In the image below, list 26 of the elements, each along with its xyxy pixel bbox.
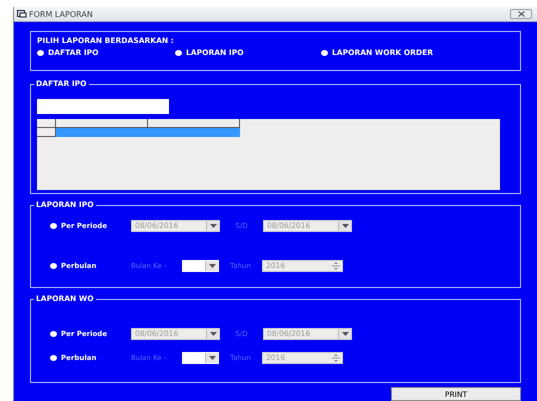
window-title: FORM LAPORAN [29, 10, 94, 18]
radio-button[interactable] [50, 262, 57, 268]
row-header [37, 119, 56, 128]
dropdown-arrow-icon [208, 356, 216, 360]
window-icon [17, 10, 27, 18]
radio-button[interactable] [50, 330, 57, 336]
close-button[interactable] [510, 9, 532, 19]
dropdown-arrow-icon [342, 332, 348, 336]
dropdown-arrow-icon [342, 224, 348, 228]
month-dropdown[interactable] [182, 260, 219, 272]
spin-arrows-icon [330, 352, 342, 362]
radio-button[interactable] [50, 354, 57, 360]
text-field[interactable] [37, 99, 169, 114]
radio-button[interactable] [50, 222, 57, 228]
dropdown-arrow-icon [208, 264, 216, 268]
radio-button[interactable] [175, 50, 182, 56]
dropdown-arrow-icon [210, 332, 216, 336]
month-dropdown[interactable] [182, 352, 219, 364]
column-header[interactable] [56, 119, 148, 128]
row-header[interactable] [37, 128, 56, 137]
dropdown-arrow-icon [210, 224, 216, 228]
radio-button[interactable] [37, 50, 44, 56]
spin-arrows-icon [330, 260, 342, 270]
close-icon [518, 11, 524, 17]
column-header[interactable] [148, 119, 240, 128]
radio-button[interactable] [321, 50, 328, 56]
